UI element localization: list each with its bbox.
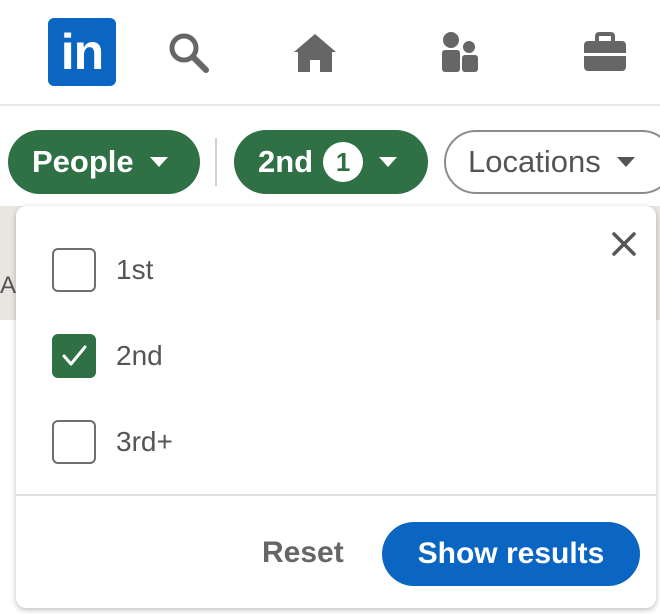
option-label: 3rd+ — [116, 426, 173, 457]
people-filter-label: People — [32, 144, 134, 179]
option-1st[interactable]: 1st — [52, 248, 153, 292]
chevron-down-icon — [379, 157, 398, 167]
close-icon[interactable] — [608, 228, 640, 260]
checkmark-icon — [62, 345, 87, 366]
search-icon[interactable] — [166, 30, 212, 76]
option-label: 2nd — [116, 340, 163, 371]
degree-filter-label: 2nd — [258, 144, 314, 179]
connection-degree-dropdown: 1st 2nd 3rd+ Reset Show results — [16, 206, 656, 608]
locations-filter-label: Locations — [468, 144, 601, 179]
dropdown-divider — [16, 494, 656, 496]
top-navigation: in — [0, 0, 660, 106]
show-results-button[interactable]: Show results — [382, 522, 640, 586]
my-network-icon[interactable] — [438, 30, 484, 76]
reset-button[interactable]: Reset — [262, 536, 344, 570]
people-filter-button[interactable]: People — [8, 130, 200, 194]
locations-filter-button[interactable]: Locations — [444, 130, 660, 194]
option-3rd-plus[interactable]: 3rd+ — [52, 420, 173, 464]
checkbox-2nd[interactable] — [52, 334, 96, 378]
option-label: 1st — [116, 254, 154, 285]
logo-text: in — [60, 24, 104, 80]
jobs-icon[interactable] — [582, 30, 628, 76]
partial-text: A — [0, 272, 17, 299]
option-2nd[interactable]: 2nd — [52, 334, 163, 378]
chevron-down-icon — [616, 157, 635, 167]
filter-divider — [215, 138, 217, 186]
linkedin-logo[interactable]: in — [48, 18, 116, 86]
connection-degree-filter-button[interactable]: 2nd 1 — [234, 130, 428, 194]
search-filters-bar: People 2nd 1 Locations — [0, 106, 660, 206]
checkbox-1st[interactable] — [52, 248, 96, 292]
filter-count-badge: 1 — [323, 142, 364, 182]
home-icon[interactable] — [292, 30, 338, 76]
checkbox-3rd-plus[interactable] — [52, 420, 96, 464]
chevron-down-icon — [149, 157, 168, 167]
